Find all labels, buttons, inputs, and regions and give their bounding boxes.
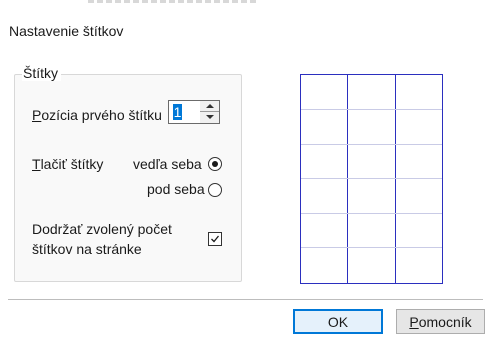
first-label-position-input[interactable]: 1 [168, 100, 202, 124]
label-settings-dialog: Nastavenie štítkov Štítky Pozícia prvého… [0, 8, 491, 339]
preview-row-divider [301, 109, 442, 110]
dialog-title: Nastavenie štítkov [9, 23, 124, 39]
spinner-down-button[interactable] [200, 112, 219, 123]
option-side-by-side-radio[interactable] [208, 157, 222, 171]
dialog-separator [8, 299, 483, 300]
preview-row-divider [301, 213, 442, 214]
arrow-up-icon [206, 104, 214, 108]
checkmark-icon [211, 235, 220, 243]
spinner-buttons [200, 100, 220, 124]
label-layout-preview [300, 74, 443, 284]
preview-column-divider [395, 75, 396, 283]
keep-count-label-line1: Dodržať zvolený počet [32, 221, 172, 237]
option-side-by-side-label[interactable]: vedľa seba [133, 156, 202, 172]
preview-column-divider [347, 75, 348, 283]
first-label-position-label: Pozícia prvého štítku [32, 107, 162, 123]
preview-row-divider [301, 144, 442, 145]
labels-group-legend: Štítky [22, 65, 62, 81]
print-labels-label: Tlačiť štítky [32, 156, 104, 172]
keep-count-checkbox[interactable] [208, 232, 222, 246]
background-window-edge [0, 0, 491, 8]
spinner-up-button[interactable] [200, 101, 219, 112]
option-below-radio[interactable] [208, 183, 222, 197]
option-below-label[interactable]: pod seba [147, 181, 205, 197]
help-button[interactable]: Pomocník [396, 309, 485, 334]
radio-selected-dot [212, 161, 218, 167]
obscured-text-fragment [88, 0, 258, 3]
first-label-position-value: 1 [173, 104, 182, 120]
ok-button-label: OK [327, 313, 349, 330]
keep-count-label-line2: štítkov na stránke [32, 241, 142, 257]
preview-row-divider [301, 178, 442, 179]
arrow-down-icon [206, 115, 214, 119]
first-label-position-spinner[interactable]: 1 [168, 100, 222, 124]
ok-button[interactable]: OK [293, 309, 383, 334]
help-button-label: Pomocník [409, 313, 472, 330]
preview-row-divider [301, 247, 442, 248]
